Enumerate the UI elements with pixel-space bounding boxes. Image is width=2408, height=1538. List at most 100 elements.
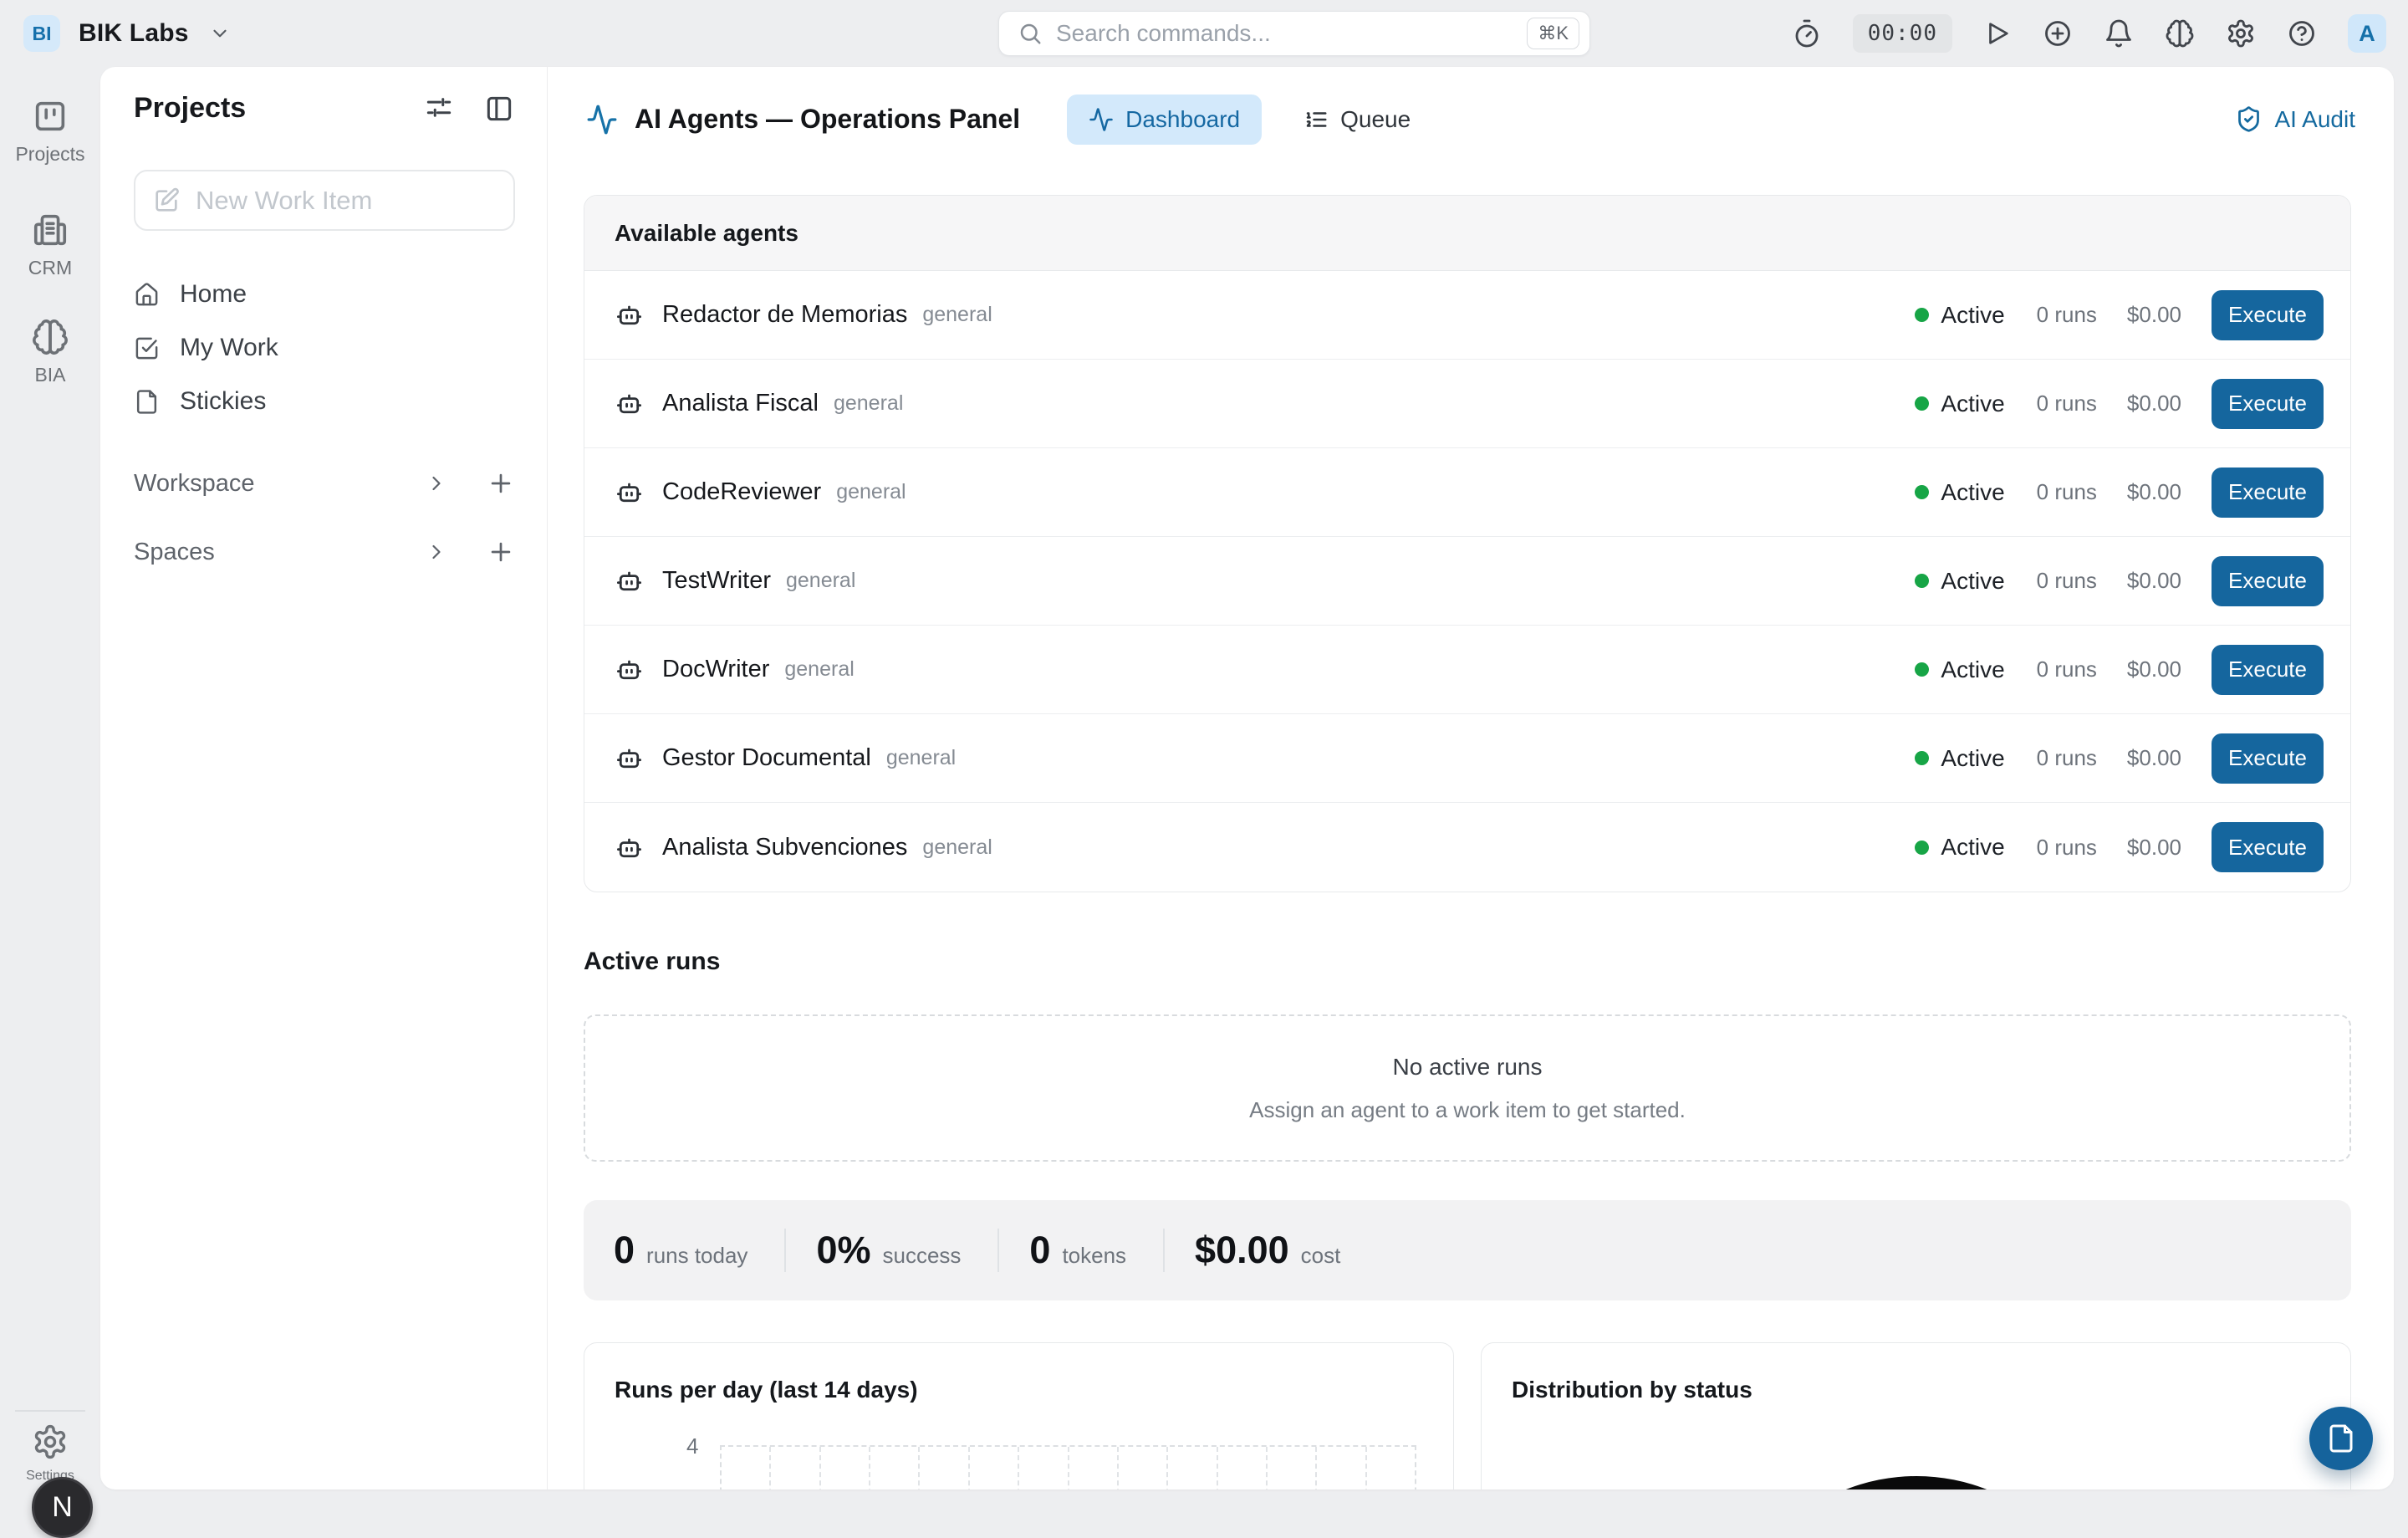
stat-value: $0.00 (1195, 1229, 1289, 1272)
execute-button[interactable]: Execute (2212, 290, 2324, 340)
execute-button[interactable]: Execute (2212, 645, 2324, 695)
kanban-icon (31, 97, 69, 135)
search-input[interactable] (1056, 20, 1527, 47)
agent-status: Active (1941, 657, 2004, 683)
robot-icon (615, 655, 644, 684)
agent-status: Active (1941, 834, 2004, 861)
agent-cost: $0.00 (2127, 657, 2181, 682)
list-ordered-icon (1303, 107, 1329, 132)
add-button[interactable] (2043, 18, 2073, 49)
section-label: Spaces (134, 539, 215, 566)
runs-per-day-chart-card: Runs per day (last 14 days) 4 (584, 1342, 1454, 1489)
sidebar-item-stickies[interactable]: Stickies (134, 375, 515, 428)
stat-label: runs today (646, 1243, 747, 1269)
agent-row: Gestor Documental general Active 0 runs … (584, 714, 2350, 803)
play-button[interactable] (1983, 19, 2012, 48)
plus-icon[interactable] (487, 538, 515, 566)
robot-icon (615, 566, 644, 595)
sidebar-item-label: My Work (180, 334, 278, 362)
rail-label: Projects (15, 143, 84, 166)
new-work-item-box[interactable] (134, 170, 515, 231)
activity-pulse-icon (1089, 107, 1114, 132)
agent-tag: general (922, 835, 992, 860)
chevron-down-icon (209, 23, 231, 44)
execute-button[interactable]: Execute (2212, 468, 2324, 518)
agent-row: Analista Fiscal general Active 0 runs $0… (584, 360, 2350, 448)
sidebar-item-my-work[interactable]: My Work (134, 321, 515, 375)
timer-display: 00:00 (1853, 14, 1952, 53)
search-shortcut-badge: ⌘K (1527, 18, 1579, 49)
dashboard-scroll-area[interactable]: Available agents Redactor de Memorias ge… (548, 171, 2394, 1489)
help-icon[interactable] (2287, 18, 2317, 49)
workspace-name: BIK Labs (79, 19, 189, 48)
stat-cost: $0.00 cost (1163, 1229, 1377, 1272)
file-icon (2326, 1423, 2356, 1454)
robot-icon (615, 833, 644, 862)
grid-column (1317, 1447, 1366, 1489)
stat-value: 0% (816, 1229, 870, 1272)
check-square-icon (134, 335, 160, 361)
plus-icon[interactable] (487, 469, 515, 498)
tab-queue[interactable]: Queue (1282, 95, 1432, 145)
rail-label: BIA (34, 364, 65, 386)
filter-sliders-icon[interactable] (423, 93, 455, 125)
ai-audit-label: AI Audit (2274, 106, 2355, 133)
workspace-logo: BI (23, 15, 60, 52)
stat-label: success (882, 1243, 961, 1269)
notifications-bell-icon[interactable] (2104, 18, 2134, 49)
stat-runs-today: 0 runs today (584, 1229, 784, 1272)
rail-item-settings[interactable]: Settings (0, 1423, 100, 1484)
execute-button[interactable]: Execute (2212, 822, 2324, 872)
status-dot (1915, 751, 1929, 765)
agent-tag: general (886, 746, 956, 770)
brain-icon[interactable] (2165, 18, 2195, 49)
agent-row: Analista Subvenciones general Active 0 r… (584, 803, 2350, 892)
rail-item-crm[interactable]: CRM (0, 211, 100, 279)
chevron-right-icon[interactable] (425, 540, 448, 564)
sidebar-section-workspace[interactable]: Workspace (134, 458, 515, 508)
panel-toggle-icon[interactable] (483, 93, 515, 125)
rail-label: CRM (28, 257, 72, 279)
agent-cost: $0.00 (2127, 835, 2181, 861)
new-work-item-input[interactable] (196, 186, 529, 216)
grid-column (1218, 1447, 1268, 1489)
command-search[interactable]: ⌘K (998, 11, 1590, 56)
stat-value: 0 (1029, 1229, 1050, 1272)
agent-cost: $0.00 (2127, 302, 2181, 328)
tab-dashboard[interactable]: Dashboard (1067, 95, 1262, 145)
square-pen-icon (152, 187, 181, 215)
grid-column (1019, 1447, 1069, 1489)
rail-divider (15, 1410, 85, 1412)
document-fab-button[interactable] (2309, 1407, 2373, 1470)
grid-column (920, 1447, 969, 1489)
execute-button[interactable]: Execute (2212, 379, 2324, 429)
sidebar-item-home[interactable]: Home (134, 268, 515, 321)
agent-run-count: 0 runs (2037, 835, 2097, 861)
y-axis-tick: 4 (686, 1433, 698, 1459)
available-agents-card: Available agents Redactor de Memorias ge… (584, 195, 2351, 892)
agent-name: TestWriter (662, 567, 771, 595)
sidebar-section-spaces[interactable]: Spaces (134, 527, 515, 577)
sidebar-title: Projects (134, 92, 246, 125)
workspace-switcher[interactable]: BI BIK Labs (23, 15, 231, 52)
settings-gear-icon[interactable] (2226, 18, 2256, 49)
agent-run-count: 0 runs (2037, 479, 2097, 505)
execute-button[interactable]: Execute (2212, 733, 2324, 784)
grid-column (870, 1447, 920, 1489)
stopwatch-icon[interactable] (1792, 18, 1822, 49)
chevron-right-icon[interactable] (425, 472, 448, 495)
view-tabs: Dashboard Queue (1067, 95, 1432, 145)
agent-name: Redactor de Memorias (662, 301, 907, 329)
execute-button[interactable]: Execute (2212, 556, 2324, 606)
rail-item-projects[interactable]: Projects (0, 97, 100, 166)
agents-card-header: Available agents (584, 196, 2350, 271)
agent-name: Analista Fiscal (662, 390, 819, 417)
page-title: AI Agents — Operations Panel (635, 104, 1020, 135)
agent-cost: $0.00 (2127, 479, 2181, 505)
app-rail: Projects CRM BIA Settings N (0, 67, 100, 1505)
notification-avatar[interactable]: N (32, 1477, 93, 1538)
ai-audit-link[interactable]: AI Audit (2235, 105, 2355, 133)
agent-run-count: 0 runs (2037, 568, 2097, 594)
rail-item-bia[interactable]: BIA (0, 318, 100, 386)
user-avatar[interactable]: A (2348, 14, 2386, 53)
